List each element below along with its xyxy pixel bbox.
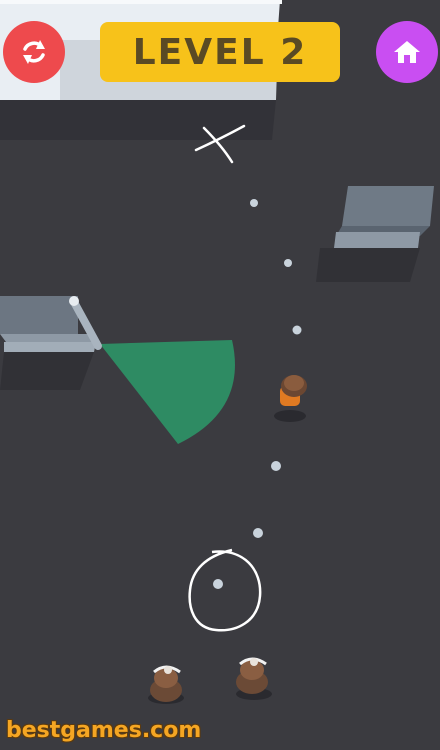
level-badge: LEVEL 2 xyxy=(100,22,340,82)
home-button[interactable] xyxy=(376,21,438,83)
level-title: LEVEL 2 xyxy=(132,31,308,73)
home-icon xyxy=(394,41,420,63)
game-stage[interactable]: LEVEL 2 bestgames.com xyxy=(0,0,440,750)
refresh-icon xyxy=(23,40,45,64)
watermark-logo: bestgames.com xyxy=(6,718,202,743)
game-scene xyxy=(0,0,440,750)
restart-button[interactable] xyxy=(3,21,65,83)
